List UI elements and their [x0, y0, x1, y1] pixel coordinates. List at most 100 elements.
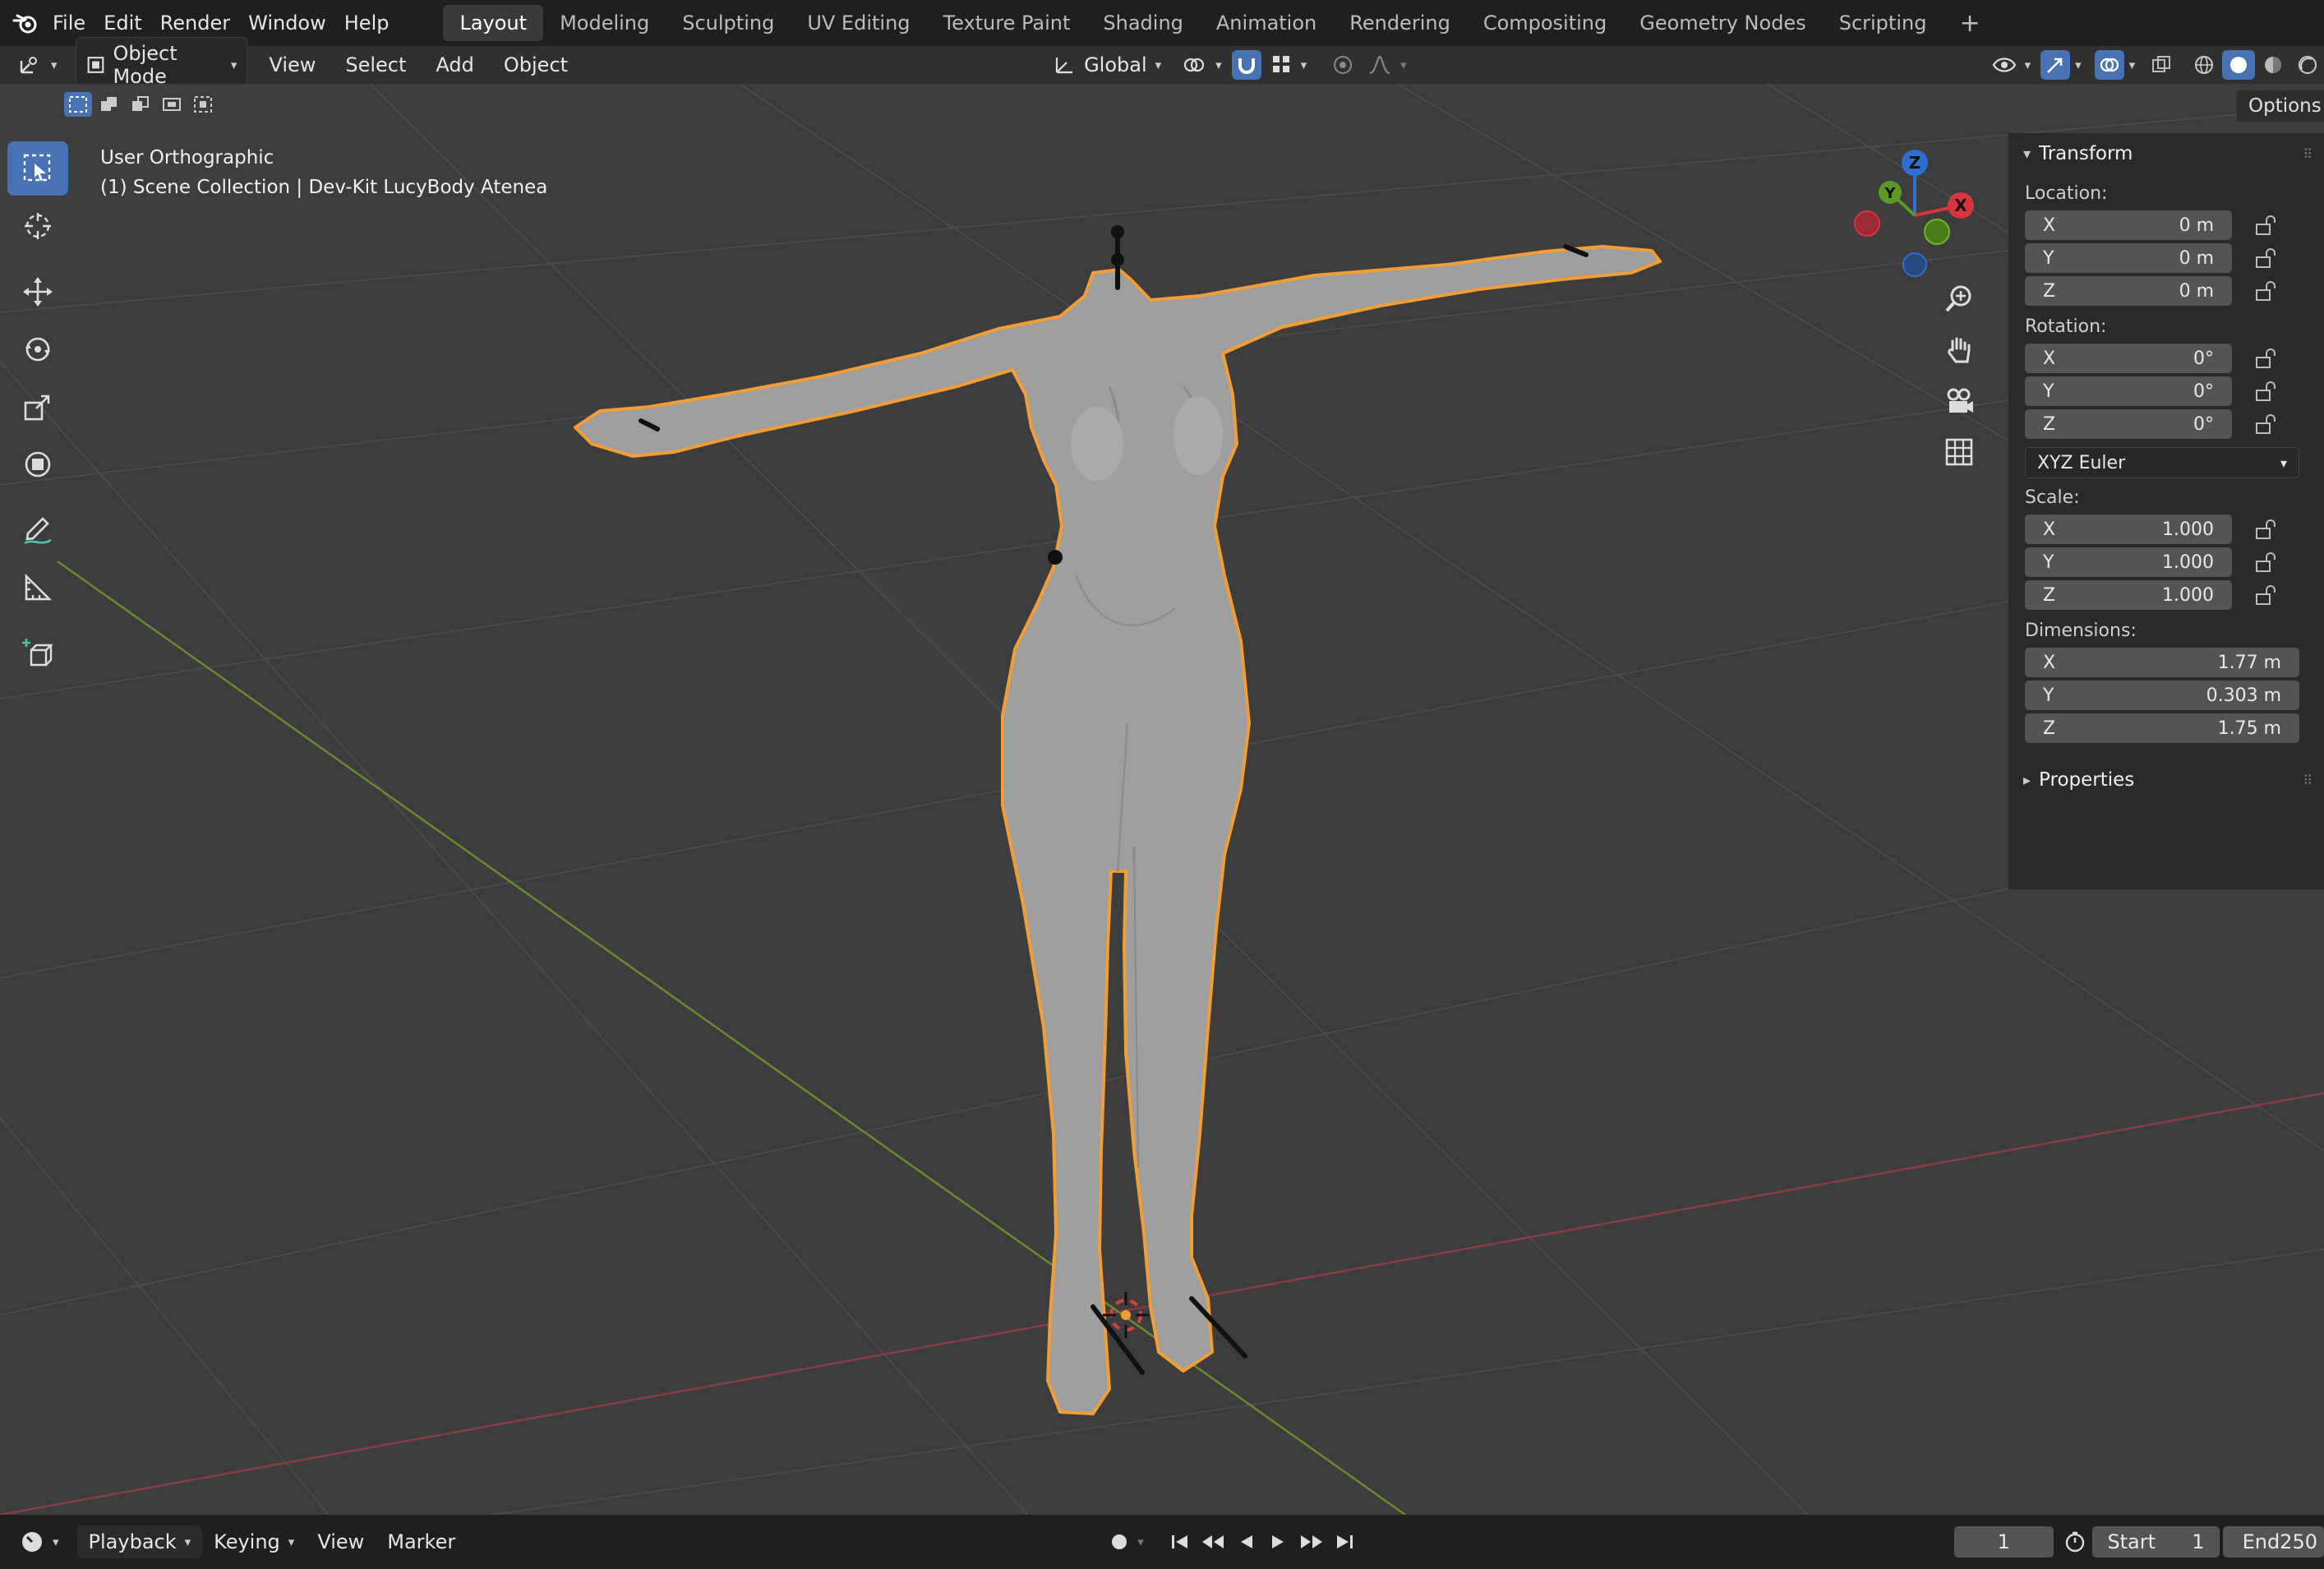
solid-shading-button[interactable]: [2222, 50, 2256, 80]
start-frame-field[interactable]: Start 1: [2092, 1526, 2220, 1557]
dimensions-x-field[interactable]: X 1.77 m: [2025, 648, 2299, 677]
end-frame-field[interactable]: End 250: [2222, 1526, 2324, 1557]
tab-shading[interactable]: Shading: [1086, 5, 1200, 41]
proportional-edit-toggle[interactable]: [1328, 50, 1358, 80]
chevron-down-icon[interactable]: ▾: [2129, 58, 2136, 72]
menu-file[interactable]: File: [53, 12, 104, 35]
tool-move[interactable]: [7, 265, 68, 319]
xray-toggle[interactable]: [2146, 50, 2176, 80]
zoom-button[interactable]: [1936, 276, 1982, 322]
add-workspace-button[interactable]: +: [1943, 2, 1996, 44]
auto-keying-toggle[interactable]: ▾: [1098, 1527, 1155, 1557]
select-invert-button[interactable]: [158, 92, 186, 117]
lock-icon[interactable]: [2248, 547, 2281, 577]
tab-texture-paint[interactable]: Texture Paint: [927, 5, 1087, 41]
lock-icon[interactable]: [2248, 376, 2281, 406]
camera-view-button[interactable]: [1936, 378, 1982, 424]
menu-select[interactable]: Select: [330, 53, 421, 76]
lock-icon[interactable]: [2248, 210, 2281, 240]
editor-type-button[interactable]: ▾: [8, 50, 67, 80]
lock-icon[interactable]: [2248, 409, 2281, 439]
location-z-field[interactable]: Z0 m: [2025, 276, 2232, 306]
rotation-z-field[interactable]: Z 0°: [2025, 409, 2232, 439]
lock-icon[interactable]: [2248, 344, 2281, 373]
play-button[interactable]: [1262, 1525, 1295, 1558]
snap-target-dropdown[interactable]: ▾: [1261, 50, 1317, 80]
rotation-x-field[interactable]: X 0°: [2025, 344, 2232, 373]
scale-x-field[interactable]: X 1.000: [2025, 515, 2232, 544]
pivot-point-button[interactable]: ▾: [1171, 50, 1232, 80]
location-y-field[interactable]: Y0 m: [2025, 243, 2232, 273]
tab-animation[interactable]: Animation: [1200, 5, 1333, 41]
tool-measure[interactable]: [7, 561, 68, 615]
current-frame-field[interactable]: 1: [1953, 1526, 2054, 1557]
options-tab[interactable]: Options: [2237, 90, 2324, 122]
properties-panel-header[interactable]: ▸ Properties ⠿: [2008, 759, 2324, 801]
tab-uv-editing[interactable]: UV Editing: [791, 5, 926, 41]
tool-cursor[interactable]: [7, 199, 68, 253]
blender-logo-icon[interactable]: [0, 11, 53, 35]
timeline-view-menu[interactable]: View: [306, 1525, 376, 1558]
wireframe-shading-button[interactable]: [2188, 50, 2220, 80]
menu-edit[interactable]: Edit: [104, 12, 159, 35]
preview-range-toggle[interactable]: [2062, 1525, 2088, 1558]
select-new-button[interactable]: [64, 92, 92, 117]
rotation-y-field[interactable]: Y 0°: [2025, 376, 2232, 406]
transform-panel-header[interactable]: ▾ Transform ⠿: [2008, 133, 2324, 174]
scale-z-field[interactable]: Z 1.000: [2025, 580, 2232, 610]
timeline-editor-type[interactable]: ▾: [8, 1525, 71, 1559]
tab-layout[interactable]: Layout: [443, 5, 544, 41]
3d-viewport[interactable]: User Orthographic (1) Scene Collection |…: [0, 84, 2324, 1515]
keying-menu[interactable]: Keying ▾: [202, 1525, 306, 1558]
drag-grip-icon[interactable]: ⠿: [2303, 146, 2312, 162]
select-extend-button[interactable]: [95, 92, 123, 117]
menu-help[interactable]: Help: [344, 12, 408, 35]
location-x-field[interactable]: X0 m: [2025, 210, 2232, 240]
tab-modeling[interactable]: Modeling: [543, 5, 666, 41]
select-subtract-button[interactable]: [127, 92, 154, 117]
rendered-shading-button[interactable]: [2291, 50, 2324, 80]
projection-toggle-button[interactable]: [1936, 429, 1982, 475]
menu-object[interactable]: Object: [489, 53, 583, 76]
overlays-toggle[interactable]: [2094, 50, 2124, 80]
tool-scale[interactable]: [7, 380, 68, 434]
prev-keyframe-button[interactable]: [1197, 1525, 1229, 1558]
snap-toggle[interactable]: [1231, 50, 1261, 80]
tab-scripting[interactable]: Scripting: [1823, 5, 1944, 41]
navigation-gizmo[interactable]: Z X Y: [1841, 141, 1989, 293]
visibility-dropdown[interactable]: ▾: [1982, 51, 2041, 79]
next-keyframe-button[interactable]: [1295, 1525, 1328, 1558]
menu-window[interactable]: Window: [248, 12, 344, 35]
proportional-falloff-dropdown[interactable]: ▾: [1358, 50, 1417, 80]
lock-icon[interactable]: [2248, 276, 2281, 306]
tool-annotate[interactable]: [7, 503, 68, 557]
menu-add[interactable]: Add: [421, 53, 488, 76]
marker-menu[interactable]: Marker: [376, 1525, 467, 1558]
play-reverse-button[interactable]: [1229, 1525, 1262, 1558]
tab-rendering[interactable]: Rendering: [1333, 5, 1467, 41]
scale-y-field[interactable]: Y 1.000: [2025, 547, 2232, 577]
dimensions-y-field[interactable]: Y 0.303 m: [2025, 681, 2299, 710]
tab-sculpting[interactable]: Sculpting: [666, 5, 791, 41]
lock-icon[interactable]: [2248, 515, 2281, 544]
jump-start-button[interactable]: [1164, 1525, 1197, 1558]
tool-rotate[interactable]: [7, 322, 68, 376]
rotation-mode-dropdown[interactable]: XYZ Euler ▾: [2025, 447, 2299, 478]
lock-icon[interactable]: [2248, 243, 2281, 273]
lock-icon[interactable]: [2248, 580, 2281, 610]
orientation-dropdown[interactable]: Global ▾: [1043, 49, 1171, 81]
neg-y-axis-handle[interactable]: [1924, 219, 1950, 245]
tool-transform[interactable]: [7, 437, 68, 491]
neg-x-axis-handle[interactable]: [1854, 210, 1880, 237]
playback-menu[interactable]: Playback ▾: [76, 1525, 203, 1558]
neg-z-axis-handle[interactable]: [1902, 252, 1927, 277]
tab-compositing[interactable]: Compositing: [1467, 5, 1623, 41]
chevron-down-icon[interactable]: ▾: [2075, 58, 2082, 72]
menu-view[interactable]: View: [254, 53, 330, 76]
menu-render[interactable]: Render: [160, 12, 248, 35]
tool-select-box[interactable]: [7, 141, 68, 196]
dimensions-z-field[interactable]: Z 1.75 m: [2025, 713, 2299, 743]
jump-end-button[interactable]: [1328, 1525, 1361, 1558]
pan-button[interactable]: [1936, 327, 1982, 373]
tab-geometry-nodes[interactable]: Geometry Nodes: [1623, 5, 1822, 41]
